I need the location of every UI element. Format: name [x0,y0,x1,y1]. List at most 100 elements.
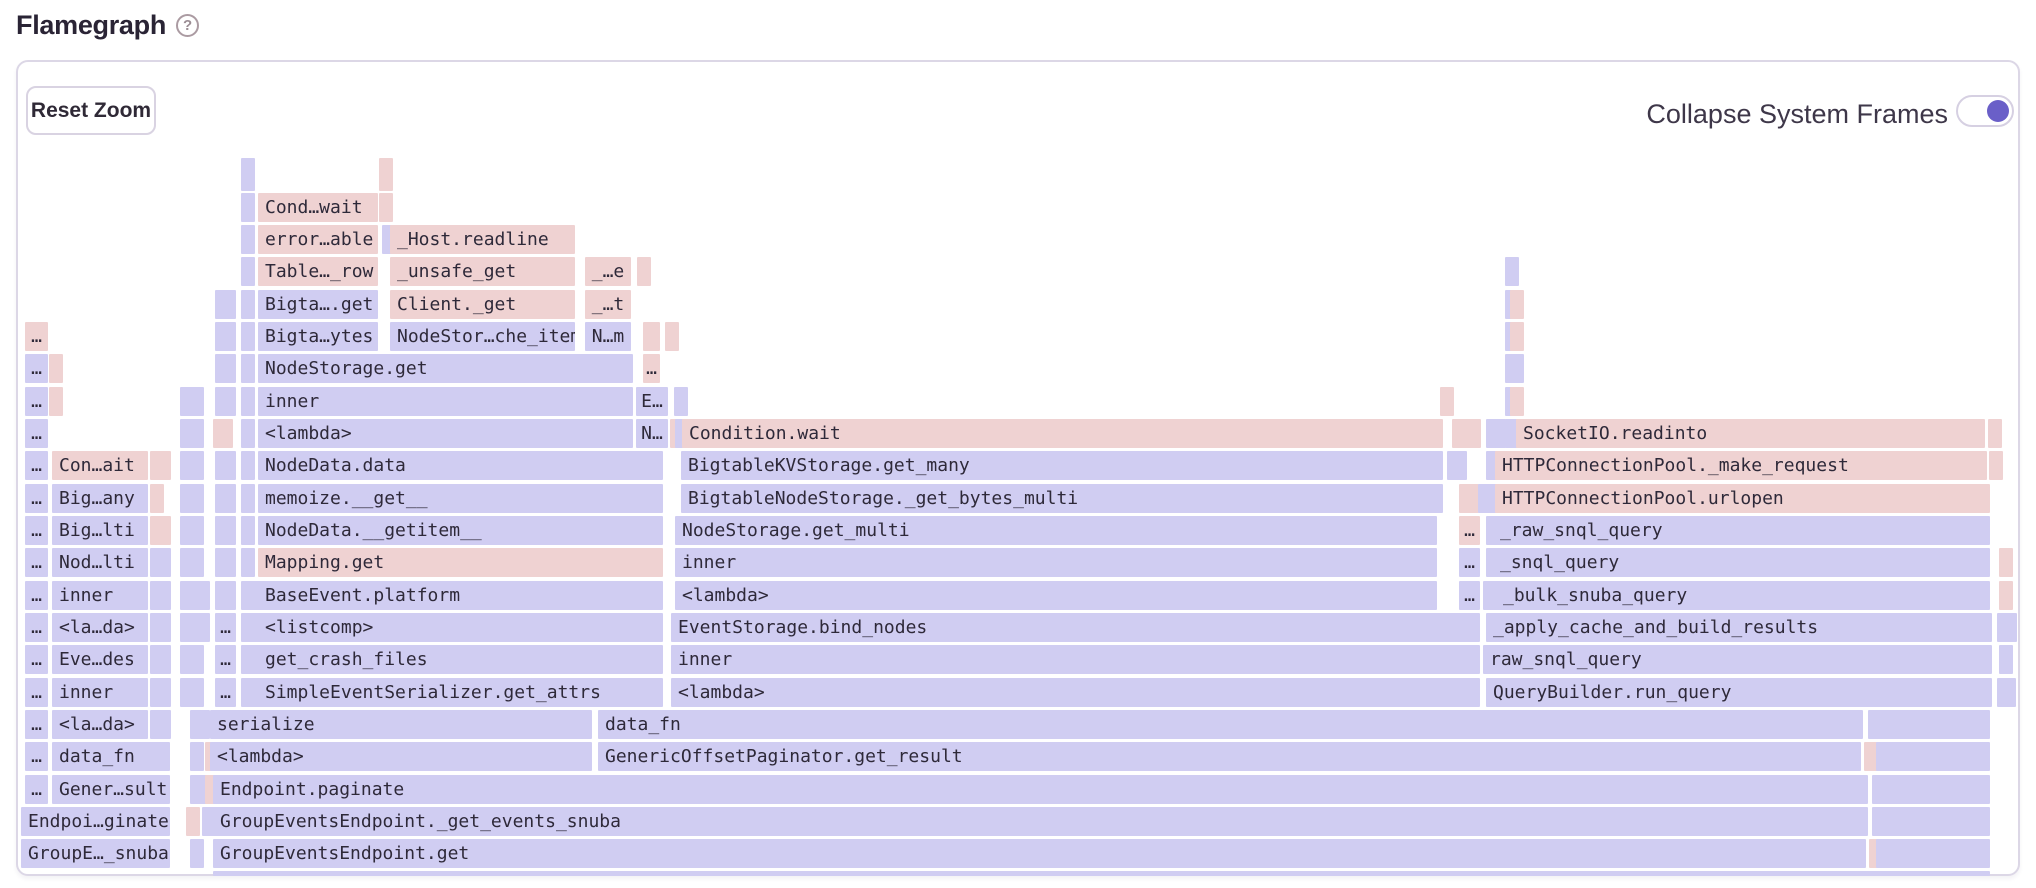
flame-frame-sliver[interactable] [241,548,255,577]
flame-frame[interactable]: … [25,419,48,448]
flame-frame[interactable]: … [643,354,660,383]
flame-frame[interactable]: <lambda> [258,419,633,448]
flame-frame[interactable]: GroupE…_snuba [21,839,170,868]
flame-frame[interactable]: inner [52,678,148,707]
flame-frame-sliver[interactable] [241,354,255,383]
flame-frame-sliver[interactable] [213,871,1990,876]
flame-frame-sliver[interactable] [1988,419,2002,448]
flame-frame-sliver[interactable] [215,290,236,319]
flame-frame-sliver[interactable] [190,451,204,480]
flame-frame-sliver[interactable] [49,387,63,416]
flame-frame-sliver[interactable] [241,158,255,191]
flame-frame-sliver[interactable] [241,322,255,351]
flame-frame[interactable]: Big…any [52,484,148,513]
flame-frame-sliver[interactable] [665,322,679,351]
flame-frame-sliver[interactable] [150,678,171,707]
flame-frame-sliver[interactable] [215,516,236,545]
flame-frame-sliver[interactable] [150,710,171,739]
flame-frame[interactable]: HTTPConnectionPool._make_request [1495,451,1987,480]
flame-frame[interactable]: … [25,613,48,642]
flame-frame[interactable]: … [25,581,48,610]
flame-frame[interactable]: N… [636,419,668,448]
flame-frame-sliver[interactable] [215,484,236,513]
flame-frame[interactable]: <lambda> [210,742,592,771]
flame-frame[interactable]: HTTPConnectionPool.urlopen [1495,484,1990,513]
flame-frame[interactable]: Mapping.get [258,548,663,577]
flame-frame[interactable]: NodeData.__getitem__ [258,516,663,545]
flame-frame[interactable]: <listcomp> [258,613,663,642]
flame-frame[interactable]: serialize [210,710,592,739]
flame-frame-sliver[interactable] [150,581,171,610]
flame-frame-sliver[interactable] [241,451,255,480]
flame-frame[interactable]: … [25,516,48,545]
flame-frame-sliver[interactable] [215,387,236,416]
flame-frame[interactable]: NodeData.data [258,451,663,480]
flame-frame-sliver[interactable] [637,257,651,286]
flame-frame-sliver[interactable] [241,225,255,254]
flame-frame[interactable]: Condition.wait [682,419,1443,448]
flame-frame-sliver[interactable] [190,516,204,545]
flame-frame[interactable]: NodeStor…che_item [390,322,575,351]
flame-frame-sliver[interactable] [190,678,204,707]
flame-frame-sliver[interactable] [190,742,204,771]
flame-frame-sliver[interactable] [241,290,255,319]
flame-frame[interactable]: _bulk_snuba_query [1496,581,1990,610]
flame-frame[interactable]: GenericOffsetPaginator.get_result [598,742,1861,771]
flame-frame[interactable]: Bigta….get [258,290,378,319]
flame-frame-sliver[interactable] [1467,419,1481,448]
flame-frame-sliver[interactable] [1999,581,2013,610]
flame-frame[interactable]: BigtableKVStorage.get_many [681,451,1443,480]
flame-frame-sliver[interactable] [1876,742,1990,771]
flame-frame[interactable]: Gener…sult [52,775,170,804]
flame-frame-sliver[interactable] [1510,290,1524,319]
flame-frame[interactable]: Table…_row [258,257,378,286]
flame-frame[interactable]: E… [636,387,668,416]
flame-frame-sliver[interactable] [186,807,200,836]
flame-frame[interactable]: inner [675,548,1437,577]
flame-frame-sliver[interactable] [215,354,236,383]
flame-frame[interactable]: Eve…des [52,645,148,674]
flame-frame-sliver[interactable] [196,710,210,739]
flame-frame[interactable]: _snql_query [1493,548,1990,577]
flame-frame[interactable]: _raw_snql_query [1493,516,1990,545]
flame-frame-sliver[interactable] [1492,419,1506,448]
flame-frame[interactable]: Big…lti [52,516,148,545]
flame-frame-sliver[interactable] [190,484,204,513]
flame-frame[interactable]: _Host.readline [390,225,575,254]
flame-frame-sliver[interactable] [2002,678,2016,707]
flame-frame-sliver[interactable] [150,645,171,674]
flame-frame-sliver[interactable] [1510,354,1524,383]
flame-frame-sliver[interactable] [1999,548,2013,577]
flame-frame-sliver[interactable] [190,419,204,448]
flame-frame-sliver[interactable] [150,484,164,513]
flame-frame[interactable]: SimpleEventSerializer.get_attrs [258,678,663,707]
flame-frame-sliver[interactable] [150,548,171,577]
flame-frame[interactable]: NodeStorage.get [258,354,633,383]
flame-frame-sliver[interactable] [241,257,255,286]
flame-frame-sliver[interactable] [1989,451,2003,480]
flame-frame-sliver[interactable] [157,451,171,480]
flame-frame-sliver[interactable] [379,158,393,191]
flame-frame[interactable]: … [25,710,48,739]
flame-frame-sliver[interactable] [241,419,255,448]
flame-frame[interactable]: inner [52,581,148,610]
flame-frame[interactable]: Endpoint.paginate [213,775,1868,804]
flame-frame-sliver[interactable] [150,516,171,545]
flame-frame[interactable]: memoize.__get__ [258,484,663,513]
flame-frame[interactable]: … [215,645,236,674]
flame-frame-sliver[interactable] [190,645,204,674]
flame-frame[interactable]: … [25,742,48,771]
flame-frame[interactable]: raw_snql_query [1483,645,1992,674]
flame-frame[interactable]: Nod…lti [52,548,148,577]
flame-frame[interactable]: … [25,484,48,513]
flame-frame-sliver[interactable] [1505,257,1519,286]
flame-frame[interactable]: … [25,678,48,707]
flame-frame-sliver[interactable] [196,613,210,642]
flame-frame[interactable]: <la…da> [52,613,148,642]
flame-frame[interactable]: … [25,322,48,351]
flame-frame[interactable]: NodeStorage.get_multi [675,516,1437,545]
flame-frame-sliver[interactable] [2003,613,2017,642]
flame-frame-sliver[interactable] [241,193,255,222]
flame-frame-sliver[interactable] [213,419,233,448]
flame-frame[interactable]: Con…ait [52,451,148,480]
